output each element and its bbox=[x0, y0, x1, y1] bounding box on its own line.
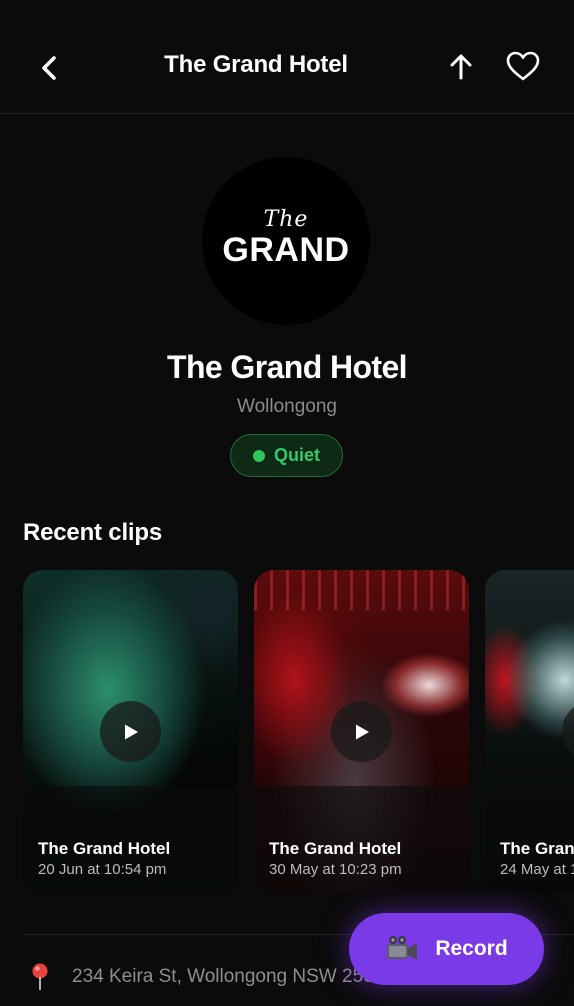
venue-name: The Grand Hotel bbox=[167, 349, 408, 385]
status-label: Quiet bbox=[273, 445, 320, 465]
logo-wordmark: GRAND bbox=[222, 231, 350, 269]
clip-card[interactable]: The Grand Hotel 30 May at 10:23 pm bbox=[254, 570, 469, 893]
share-button[interactable] bbox=[444, 50, 478, 84]
address-text: 234 Keira St, Wollongong NSW 2500 bbox=[72, 966, 385, 987]
favorite-button[interactable] bbox=[504, 48, 542, 84]
video-camera-icon bbox=[387, 936, 418, 960]
address-row[interactable]: 234 Keira St, Wollongong NSW 2500 bbox=[28, 962, 384, 992]
record-button[interactable]: Record bbox=[349, 913, 544, 985]
play-icon bbox=[355, 724, 369, 739]
clip-card[interactable]: The Grand Hotel 20 Jun at 10:54 pm bbox=[23, 570, 238, 893]
status-badge: Quiet bbox=[230, 434, 343, 477]
arrow-up-icon bbox=[450, 54, 472, 80]
logo-script-text: The bbox=[263, 207, 309, 232]
status-dot-icon bbox=[252, 449, 265, 462]
record-label: Record bbox=[435, 937, 508, 960]
clips-carousel[interactable]: The Grand Hotel 20 Jun at 10:54 pm The G… bbox=[23, 570, 574, 893]
clip-date: 20 Jun at 10:54 pm bbox=[38, 861, 167, 878]
play-button[interactable] bbox=[100, 701, 161, 762]
play-button[interactable] bbox=[331, 701, 392, 762]
clip-date: 24 May at 11:02 pm bbox=[500, 861, 574, 878]
map-pin-icon bbox=[32, 963, 48, 990]
clip-date: 30 May at 10:23 pm bbox=[269, 861, 402, 878]
venue-logo: The GRAND bbox=[202, 157, 370, 325]
clip-title: The Grand Hotel bbox=[38, 839, 171, 858]
venue-city: Wollongong bbox=[236, 396, 337, 417]
heart-icon bbox=[506, 51, 540, 81]
top-nav-bar: The Grand Hotel bbox=[0, 0, 574, 114]
clip-title: The Grand Hotel bbox=[269, 839, 402, 858]
clip-title: The Grand Hotel bbox=[500, 839, 574, 858]
stage-lights-decoration bbox=[254, 570, 469, 610]
page-title: The Grand Hotel bbox=[164, 51, 348, 78]
play-button[interactable] bbox=[562, 701, 574, 762]
clip-card[interactable]: The Grand Hotel 24 May at 11:02 pm bbox=[485, 570, 574, 893]
recent-clips-heading: Recent clips bbox=[23, 519, 162, 546]
play-icon bbox=[124, 724, 138, 739]
